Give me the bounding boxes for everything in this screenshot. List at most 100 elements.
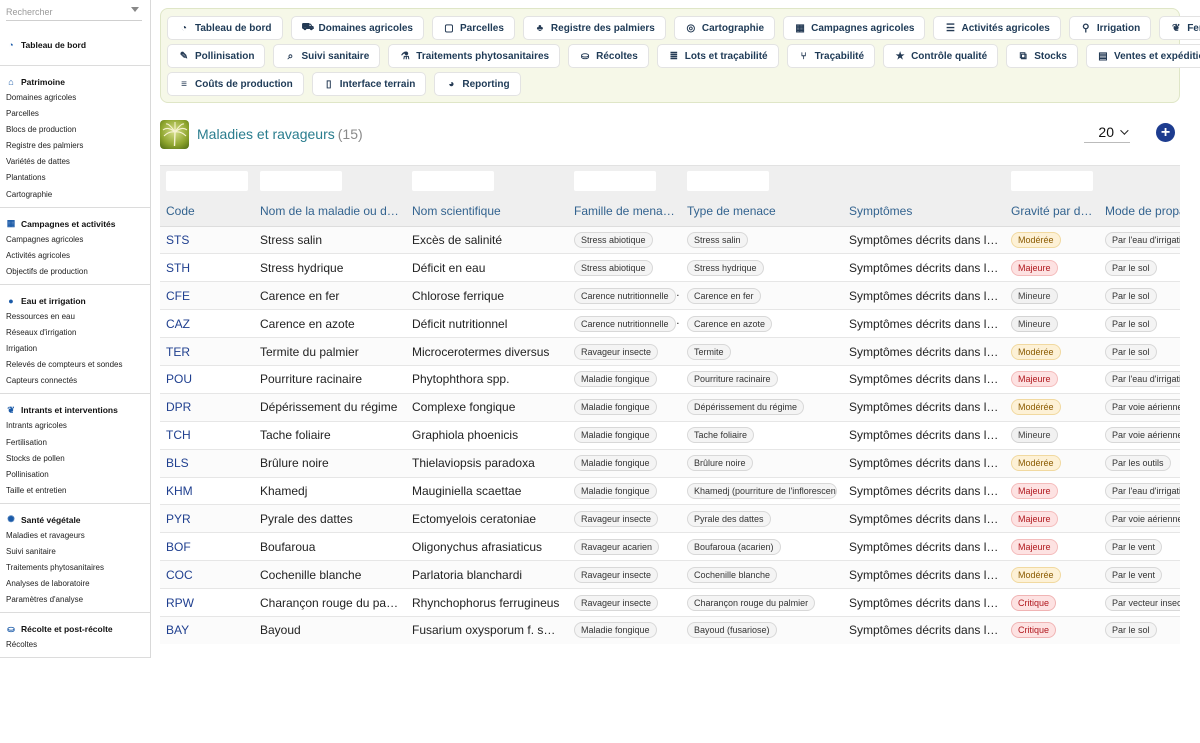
toolbar-button[interactable]: ⛟ Domaines agricoles [290, 16, 424, 40]
chevron-down-icon[interactable] [131, 7, 139, 12]
toolbar-button[interactable]: ≡ Coûts de production [167, 72, 304, 96]
propagation-badge: Par le sol [1105, 622, 1157, 639]
file-invoice-icon: ▤ [1098, 50, 1108, 62]
nav-group-header[interactable]: ⌂ Patrimoine [0, 74, 150, 90]
column-filter-input[interactable] [574, 171, 656, 191]
column-header[interactable]: Nom de la maladie ou du ravageur [254, 196, 406, 227]
code-cell: KHM [160, 477, 254, 506]
toolbar-button[interactable]: ▤ Ventes et expéditions [1085, 44, 1200, 68]
table-row[interactable]: BAYBayoudFusarium oxysporum f. sp. albed… [160, 616, 1180, 644]
column-header[interactable]: Famille de menace [568, 196, 681, 227]
sidebar-item[interactable]: Fertilisation [0, 435, 150, 451]
table-row[interactable]: CFE Carence en fer Chlorose ferrique Carenc… [160, 281, 1180, 311]
threat-type-badge: Stress salin [687, 231, 748, 248]
sidebar-item[interactable]: Traitements phytosanitaires [0, 560, 150, 576]
table-row[interactable]: CAZ Carence en azote Déficit nutritionnel C… [160, 309, 1180, 339]
column-header[interactable]: Mode de propagation [1099, 196, 1180, 227]
nav-group-header[interactable]: ❦ Intrants et interventions [0, 402, 150, 418]
toolbar-button[interactable]: ◎ Cartographie [673, 16, 776, 40]
toolbar-button[interactable]: ★ Contrôle qualité [883, 44, 999, 68]
table-row[interactable]: TCH Tache foliaire Graphiola phoenicis Mala… [160, 421, 1180, 450]
sidebar-item[interactable]: Suivi sanitaire [0, 544, 150, 560]
table-row[interactable]: PYR Pyrale des dattes Ectomyelois ceratoni… [160, 504, 1180, 534]
table-row[interactable]: BOF Boufaroua Oligonychus afrasiaticus Rava… [160, 532, 1180, 562]
header-row: CodeNom de la maladie ou du ravageurNom … [160, 196, 1180, 227]
sidebar-item[interactable]: Maladies et ravageurs [0, 528, 150, 544]
sidebar-item[interactable]: Ressources en eau [0, 309, 150, 325]
column-filter-input[interactable] [1011, 171, 1093, 191]
nav-group-header[interactable]: ✺ Santé végétale [0, 512, 150, 528]
sidebar-item[interactable]: Parcelles [0, 106, 150, 122]
sidebar-item[interactable]: Taille et entretien [0, 483, 150, 499]
toolbar-button[interactable]: ▦ Campagnes agricoles [783, 16, 926, 40]
table-row[interactable]: RPW Charançon rouge du palmier Rhynchophor… [160, 588, 1180, 617]
sidebar-item[interactable]: Analyses de laboratoire [0, 576, 150, 592]
sidebar-item[interactable]: Objectifs de production [0, 264, 150, 280]
column-filter-input[interactable] [687, 171, 769, 191]
sidebar-item[interactable]: Campagnes agricoles [0, 232, 150, 248]
sidebar-item[interactable]: Relevés de compteurs et sondes [0, 357, 150, 373]
sidebar-item[interactable]: Capteurs connectés [0, 373, 150, 389]
sidebar-item[interactable]: Registre des palmiers [0, 138, 150, 154]
table-row[interactable]: KHM Khamedj Mauginiella scaettae Maladie fo… [160, 477, 1180, 506]
sidebar-item[interactable]: Plantations [0, 170, 150, 186]
toolbar-button[interactable]: ❦ Fertilisation [1159, 16, 1200, 40]
sidebar-item[interactable]: Irrigation [0, 341, 150, 357]
tractor-icon: ⛟ [301, 21, 315, 33]
add-record-button[interactable]: + [1156, 123, 1175, 142]
toolbar-button[interactable]: ▯ Interface terrain [311, 72, 427, 96]
sidebar-item[interactable]: Intrants agricoles [0, 418, 150, 434]
column-header[interactable]: Symptômes [843, 196, 1005, 227]
column-header[interactable]: Type de menace [681, 196, 843, 227]
toolbar-button[interactable]: ⧉ Stocks [1006, 44, 1078, 68]
sidebar-item[interactable]: Domaines agricoles [0, 90, 150, 106]
column-header[interactable]: Gravité par défaut [1005, 196, 1099, 227]
nav-group: ❦ Intrants et interventions Intrants agric… [0, 402, 150, 504]
column-filter-input[interactable] [166, 171, 248, 191]
toolbar-button[interactable]: ◕ Reporting [434, 72, 521, 96]
column-header[interactable]: Code [160, 196, 254, 227]
propagation-badge: Par le sol [1105, 315, 1157, 332]
toolbar-button[interactable]: ♣ Registre des palmiers [522, 16, 666, 40]
toolbar-button-label: Parcelles [459, 22, 504, 34]
search-box[interactable] [6, 2, 142, 21]
page-size-select[interactable]: 20 [1084, 122, 1130, 143]
toolbar-button[interactable]: ◔ Tableau de bord [167, 16, 283, 40]
nav-group-header[interactable]: ⛀ Récolte et post-récolte [0, 621, 150, 637]
table-row[interactable]: BLS Brûlure noire Thielaviopsis paradoxa Ma… [160, 449, 1180, 478]
threat-family-cell: Ravageur insecte [568, 337, 681, 366]
toolbar-button[interactable]: ≣ Lots et traçabilité [656, 44, 779, 68]
scientific-name-cell: Excès de salinité [406, 226, 568, 255]
sidebar-item[interactable]: Blocs de production [0, 122, 150, 138]
column-header[interactable]: Nom scientifique [406, 196, 568, 227]
toolbar-button[interactable]: ⚲ Irrigation [1068, 16, 1152, 40]
toolbar-button[interactable]: ✎ Pollinisation [167, 44, 266, 68]
sidebar-item[interactable]: Activités agricoles [0, 248, 150, 264]
sidebar-item[interactable]: Pollinisation [0, 467, 150, 483]
sidebar-item[interactable]: Stocks de pollen [0, 451, 150, 467]
sidebar-item[interactable]: Cartographie [0, 187, 150, 203]
nav-dashboard-link[interactable]: ◔ Tableau de bord [0, 37, 150, 53]
table-row[interactable]: POU Pourriture racinaire Phytophthora spp.… [160, 365, 1180, 394]
toolbar-button[interactable]: ☰ Activités agricoles [933, 16, 1061, 40]
table-row[interactable]: STH Stress hydrique Déficit en eau Stress a… [160, 253, 1180, 283]
search-input[interactable] [6, 3, 124, 21]
toolbar-button[interactable]: ⑂ Traçabilité [786, 44, 876, 68]
toolbar-button[interactable]: ⌕ Suivi sanitaire [273, 44, 381, 68]
name-cell: Pyrale des dattes [254, 504, 406, 534]
sidebar-item[interactable]: Réseaux d'irrigation [0, 325, 150, 341]
toolbar-button[interactable]: ▢ Parcelles [431, 16, 515, 40]
toolbar-button[interactable]: ⚗ Traitements phytosanitaires [388, 44, 561, 68]
nav-group-header[interactable]: ● Eau et irrigation [0, 293, 150, 309]
table-row[interactable]: STS Stress salin Excès de salinité Stress a… [160, 226, 1180, 255]
table-row[interactable]: TER Termite du palmier Microcerotermes div… [160, 337, 1180, 366]
column-filter-input[interactable] [412, 171, 494, 191]
sidebar-item[interactable]: Variétés de dattes [0, 154, 150, 170]
sidebar-item[interactable]: Récoltes [0, 637, 150, 653]
table-row[interactable]: DPR Dépérissement du régime Complexe fongi… [160, 393, 1180, 422]
sidebar-item[interactable]: Paramètres d'analyse [0, 592, 150, 608]
table-row[interactable]: COC Cochenille blanche Parlatoria blanchar… [160, 560, 1180, 590]
toolbar-button[interactable]: ⛀ Récoltes [568, 44, 649, 68]
column-filter-input[interactable] [260, 171, 342, 191]
nav-group-header[interactable]: ▦ Campagnes et activités [0, 216, 150, 232]
